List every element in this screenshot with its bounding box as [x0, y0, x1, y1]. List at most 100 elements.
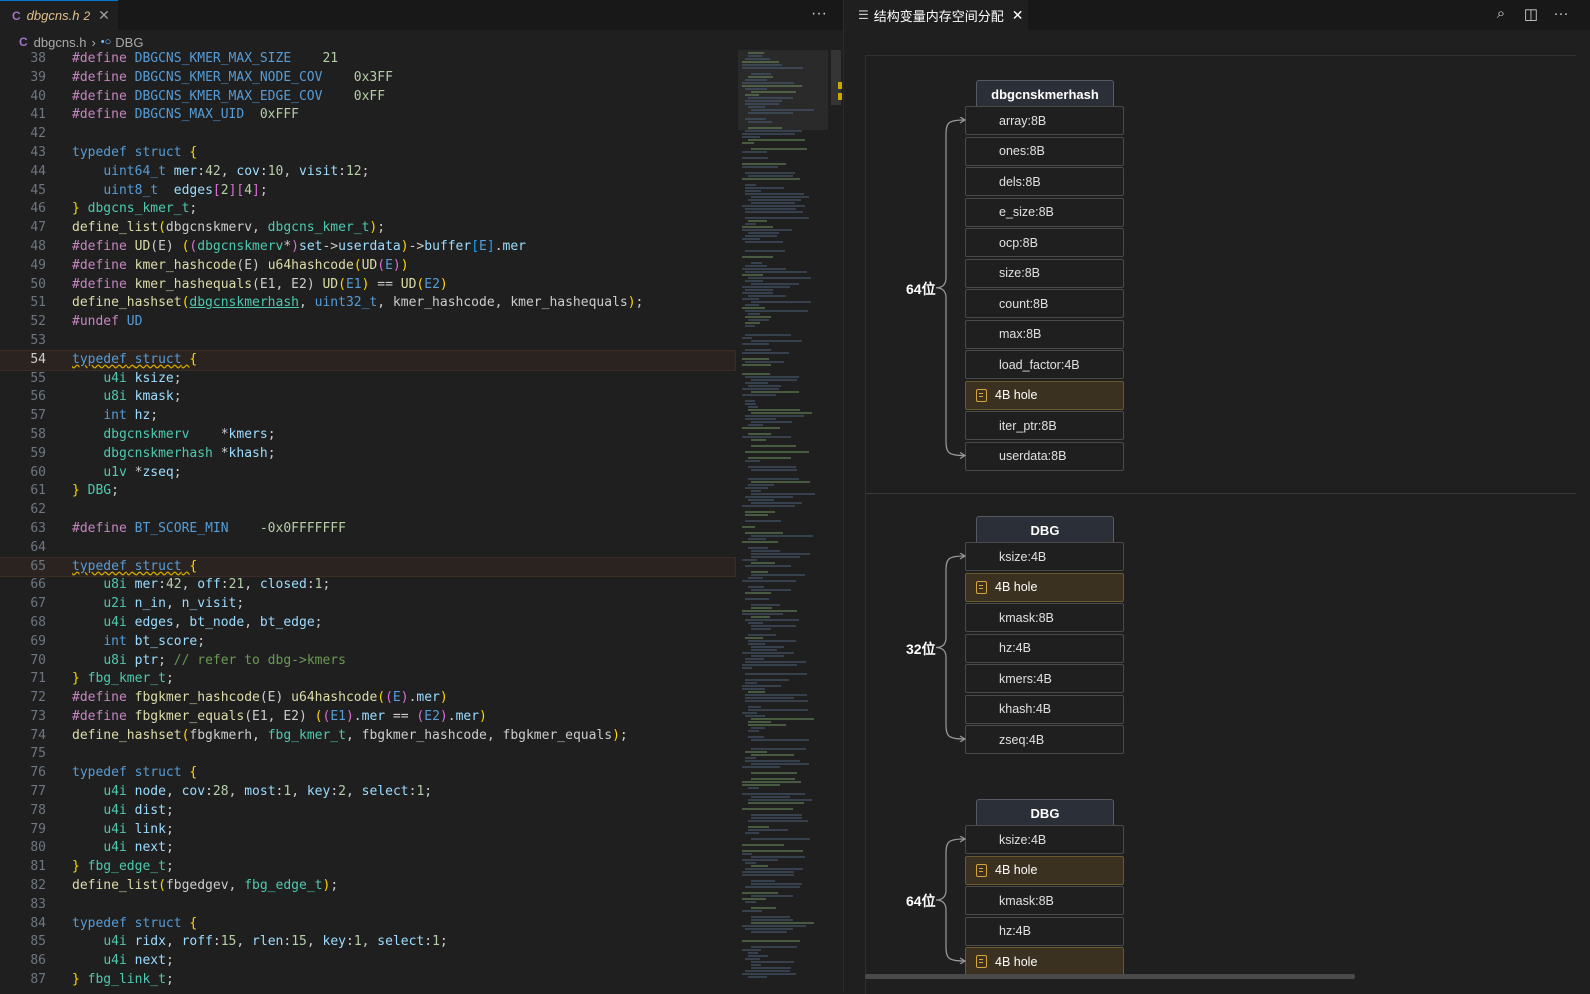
code-text[interactable]: int hz;: [72, 407, 158, 426]
close-icon[interactable]: ✕: [98, 7, 110, 24]
code-line[interactable]: 61} DBG;: [0, 482, 735, 501]
code-line[interactable]: 82 define_list(fbgedgev, fbg_edge_t);: [0, 877, 735, 896]
code-line[interactable]: 84 typedef struct {: [0, 915, 735, 934]
code-text[interactable]: #define kmer_hashequals(E1, E2) UD(E1) =…: [72, 276, 448, 295]
code-line[interactable]: 58 dbgcnskmerv *kmers;: [0, 426, 735, 445]
code-line[interactable]: 44 uint64_t mer:42, cov:10, visit:12;: [0, 163, 735, 182]
code-text[interactable]: u4i next;: [72, 952, 173, 971]
padding-hole-field[interactable]: 4B hole: [965, 572, 1124, 602]
code-line[interactable]: 83: [0, 896, 735, 915]
code-line[interactable]: 55 u4i ksize;: [0, 370, 735, 389]
code-text[interactable]: #define kmer_hashcode(E) u64hashcode(UD(…: [72, 257, 409, 276]
code-text[interactable]: define_hashset(fbgkmerh, fbg_kmer_t, fbg…: [72, 727, 628, 746]
code-text[interactable]: u4i ridx, roff:15, rlen:15, key:1, selec…: [72, 933, 447, 952]
code-line[interactable]: 86 u4i next;: [0, 952, 735, 971]
code-line[interactable]: 51 define_hashset(dbgcnskmerhash, uint32_…: [0, 294, 735, 313]
breadcrumb-file[interactable]: dbgcns.h: [34, 35, 87, 50]
struct-title[interactable]: dbgcnskmerhash: [976, 80, 1114, 109]
code-text[interactable]: } fbg_link_t;: [72, 971, 174, 990]
struct-field[interactable]: size:8B: [965, 258, 1124, 288]
search-icon[interactable]: ⌕: [1492, 5, 1510, 23]
struct-field[interactable]: hz:4B: [965, 633, 1124, 663]
padding-hole-field[interactable]: 4B hole: [965, 380, 1124, 410]
code-line[interactable]: 49 #define kmer_hashcode(E) u64hashcode(U…: [0, 257, 735, 276]
code-line[interactable]: 72 #define fbgkmer_hashcode(E) u64hashcod…: [0, 689, 735, 708]
struct-field[interactable]: load_factor:4B: [965, 350, 1124, 379]
code-text[interactable]: #define DBGCNS_KMER_MAX_EDGE_COV 0xFF: [72, 88, 385, 107]
code-text[interactable]: int bt_score;: [72, 633, 205, 652]
code-line[interactable]: 42: [0, 125, 735, 144]
code-line[interactable]: 81} fbg_edge_t;: [0, 858, 735, 877]
code-line[interactable]: 56 u8i kmask;: [0, 388, 735, 407]
code-text[interactable]: u2i n_in, n_visit;: [72, 595, 244, 614]
struct-title[interactable]: DBG: [976, 516, 1114, 545]
code-line[interactable]: 57 int hz;: [0, 407, 735, 426]
struct-field[interactable]: hz:4B: [965, 916, 1124, 946]
struct-field[interactable]: count:8B: [965, 289, 1124, 318]
code-line[interactable]: 43 typedef struct {: [0, 144, 735, 163]
code-line[interactable]: 79 u4i link;: [0, 821, 735, 840]
more-actions-icon[interactable]: ···: [811, 5, 827, 23]
struct-field[interactable]: max:8B: [965, 319, 1124, 349]
code-line[interactable]: 59 dbgcnskmerhash *khash;: [0, 445, 735, 464]
padding-hole-field[interactable]: 4B hole: [965, 947, 1124, 976]
struct-field[interactable]: khash:4B: [965, 694, 1124, 724]
code-line[interactable]: 74 define_hashset(fbgkmerh, fbg_kmer_t, f…: [0, 727, 735, 746]
struct-field[interactable]: kmers:4B: [965, 664, 1124, 693]
code-text[interactable]: #define fbgkmer_equals(E1, E2) ((E1).mer…: [72, 708, 487, 727]
code-line[interactable]: 39 #define DBGCNS_KMER_MAX_NODE_COV 0x3FF: [0, 69, 735, 88]
code-text[interactable]: #define DBGCNS_MAX_UID 0xFFF: [72, 106, 299, 125]
code-text[interactable]: dbgcnskmerhash *khash;: [72, 445, 275, 464]
code-text[interactable]: typedef struct {: [72, 915, 197, 934]
code-line[interactable]: 71} fbg_kmer_t;: [0, 670, 735, 689]
struct-field[interactable]: iter_ptr:8B: [965, 411, 1124, 440]
struct-title[interactable]: DBG: [976, 799, 1114, 828]
code-text[interactable]: u8i ptr; // refer to dbg->kmers: [72, 652, 346, 671]
code-text[interactable]: typedef struct {: [72, 764, 197, 783]
tab-dbgcns-h[interactable]: C dbgcns.h 2 ✕: [0, 0, 118, 30]
code-text[interactable]: uint8_t edges[2][4];: [72, 182, 267, 201]
code-text[interactable]: uint64_t mer:42, cov:10, visit:12;: [72, 163, 369, 182]
code-text[interactable]: #define fbgkmer_hashcode(E) u64hashcode(…: [72, 689, 448, 708]
breadcrumb-symbol[interactable]: DBG: [115, 35, 143, 50]
struct-field[interactable]: zseq:4B: [965, 725, 1124, 754]
code-text[interactable]: u8i kmask;: [72, 388, 181, 407]
code-line[interactable]: 41 #define DBGCNS_MAX_UID 0xFFF: [0, 106, 735, 125]
code-line[interactable]: 48 #define UD(E) ((dbgcnskmerv*)set->user…: [0, 238, 735, 257]
code-text[interactable]: define_hashset(dbgcnskmerhash, uint32_t,…: [72, 294, 643, 313]
split-editor-icon[interactable]: ◫: [1522, 5, 1540, 23]
code-text[interactable]: #undef UD: [72, 313, 142, 332]
code-line[interactable]: 54 typedef struct {: [0, 349, 736, 371]
code-line[interactable]: 87} fbg_link_t;: [0, 971, 735, 990]
struct-field[interactable]: array:8B: [965, 106, 1124, 135]
code-line[interactable]: 77 u4i node, cov:28, most:1, key:2, sele…: [0, 783, 735, 802]
code-line[interactable]: 63 #define BT_SCORE_MIN -0x0FFFFFFF: [0, 520, 735, 539]
code-line[interactable]: 53: [0, 332, 735, 351]
code-line[interactable]: 85 u4i ridx, roff:15, rlen:15, key:1, se…: [0, 933, 735, 952]
code-line[interactable]: 40 #define DBGCNS_KMER_MAX_EDGE_COV 0xFF: [0, 88, 735, 107]
code-text[interactable]: u4i next;: [72, 839, 173, 858]
code-text[interactable]: } DBG;: [72, 482, 119, 501]
code-line[interactable]: 50 #define kmer_hashequals(E1, E2) UD(E1)…: [0, 276, 735, 295]
tab-struct-memory[interactable]: ☰ 结构变量内存空间分配 ✕: [844, 0, 1028, 30]
horizontal-scrollbar[interactable]: [865, 974, 1355, 979]
code-text[interactable]: u1v *zseq;: [72, 464, 181, 483]
code-text[interactable]: define_list(fbgedgev, fbg_edge_t);: [72, 877, 338, 896]
code-line[interactable]: 62: [0, 501, 735, 520]
padding-hole-field[interactable]: 4B hole: [965, 855, 1124, 885]
code-text[interactable]: #define BT_SCORE_MIN -0x0FFFFFFF: [72, 520, 346, 539]
code-line[interactable]: 66 u8i mer:42, off:21, closed:1;: [0, 576, 735, 595]
code-text[interactable]: #define DBGCNS_KMER_MAX_NODE_COV 0x3FF: [72, 69, 393, 88]
code-line[interactable]: 73 #define fbgkmer_equals(E1, E2) ((E1).m…: [0, 708, 735, 727]
code-line[interactable]: 69 int bt_score;: [0, 633, 735, 652]
code-line[interactable]: 75: [0, 745, 735, 764]
code-line[interactable]: 64: [0, 539, 735, 558]
code-text[interactable]: u4i edges, bt_node, bt_edge;: [72, 614, 322, 633]
struct-field[interactable]: ksize:4B: [965, 542, 1124, 571]
code-text[interactable]: } fbg_edge_t;: [72, 858, 174, 877]
code-text[interactable]: } dbgcns_kmer_t;: [72, 200, 197, 219]
layout-canvas[interactable]: dbgcnskmerhash array:8B ones:8B dels:8B e_si…: [865, 55, 1576, 994]
struct-field[interactable]: ones:8B: [965, 136, 1124, 166]
code-text[interactable]: #define UD(E) ((dbgcnskmerv*)set->userda…: [72, 238, 526, 257]
struct-field[interactable]: kmask:8B: [965, 603, 1124, 632]
